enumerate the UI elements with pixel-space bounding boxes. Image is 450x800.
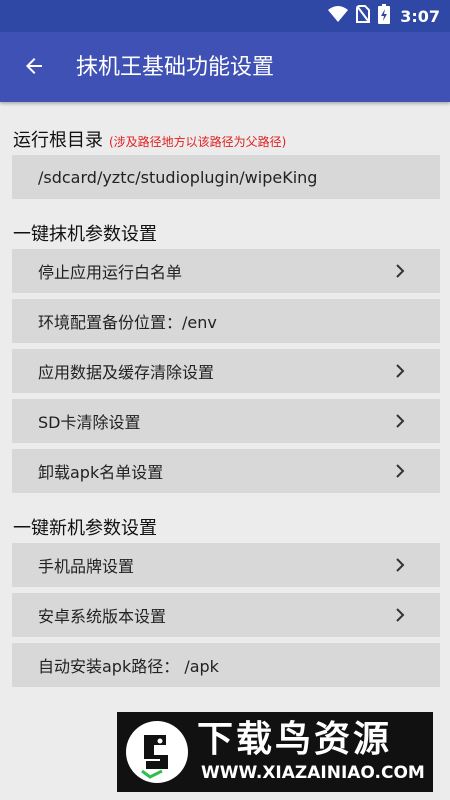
battery-charging-icon	[378, 4, 391, 28]
arrow-left-icon	[22, 54, 46, 82]
status-icons: 3:07	[328, 4, 440, 28]
watermark-title: 下载鸟资源	[197, 719, 393, 760]
chevron-right-icon	[392, 413, 408, 429]
chevron-right-icon	[392, 463, 408, 479]
app-data-cache-clear-row[interactable]: 应用数据及缓存清除设置	[12, 349, 440, 393]
chevron-right-icon	[392, 263, 408, 279]
bird-logo-icon	[124, 719, 190, 785]
new-phone-section-title-text: 一键新机参数设置	[13, 518, 157, 539]
new-phone-section-title: 一键新机参数设置	[13, 514, 157, 540]
root-dir-title: 运行根目录	[13, 130, 103, 151]
wipe-section-title-text: 一键抹机参数设置	[13, 224, 157, 245]
row-label: 应用数据及缓存清除设置	[38, 363, 215, 382]
watermark-banner: 下载鸟资源 WWW.XIAZAINIAO.COM	[117, 712, 433, 792]
page-title: 抹机王基础功能设置	[76, 55, 275, 80]
root-dir-section-title: 运行根目录 (涉及路径地方以该路径为父路径)	[13, 126, 286, 152]
chevron-right-icon	[392, 607, 408, 623]
row-label: 停止应用运行白名单	[38, 263, 183, 282]
no-sim-icon	[356, 5, 371, 27]
back-button[interactable]	[18, 52, 50, 84]
root-dir-note: (涉及路径地方以该路径为父路径)	[109, 135, 287, 149]
chevron-right-icon	[392, 557, 408, 573]
row-label: 手机品牌设置	[38, 557, 135, 576]
uninstall-apk-list-row[interactable]: 卸载apk名单设置	[12, 449, 440, 493]
wipe-section-title: 一键抹机参数设置	[13, 220, 157, 246]
app-bar: 抹机王基础功能设置	[0, 32, 450, 102]
phone-brand-setting-row[interactable]: 手机品牌设置	[12, 543, 440, 587]
row-label: SD卡清除设置	[38, 413, 141, 432]
wifi-icon	[328, 6, 349, 26]
watermark-url: WWW.XIAZAINIAO.COM	[201, 763, 425, 783]
whitelist-setting-row[interactable]: 停止应用运行白名单	[12, 249, 440, 293]
row-label: 安卓系统版本设置	[38, 607, 167, 626]
env-backup-location-row[interactable]: 环境配置备份位置：/env	[12, 299, 440, 343]
android-version-setting-row[interactable]: 安卓系统版本设置	[12, 593, 440, 637]
status-bar: 3:07	[0, 0, 450, 32]
status-time: 3:07	[400, 6, 440, 26]
auto-install-apk-path-row[interactable]: 自动安装apk路径： /apk	[12, 643, 440, 687]
chevron-right-icon	[392, 363, 408, 379]
root-dir-path-field[interactable]: /sdcard/yztc/studioplugin/wipeKing	[12, 155, 440, 199]
root-dir-path: /sdcard/yztc/studioplugin/wipeKing	[38, 167, 318, 187]
row-label: 自动安装apk路径： /apk	[38, 657, 219, 676]
row-label: 卸载apk名单设置	[38, 463, 164, 482]
row-label: 环境配置备份位置：/env	[38, 313, 217, 332]
sd-card-clear-row[interactable]: SD卡清除设置	[12, 399, 440, 443]
